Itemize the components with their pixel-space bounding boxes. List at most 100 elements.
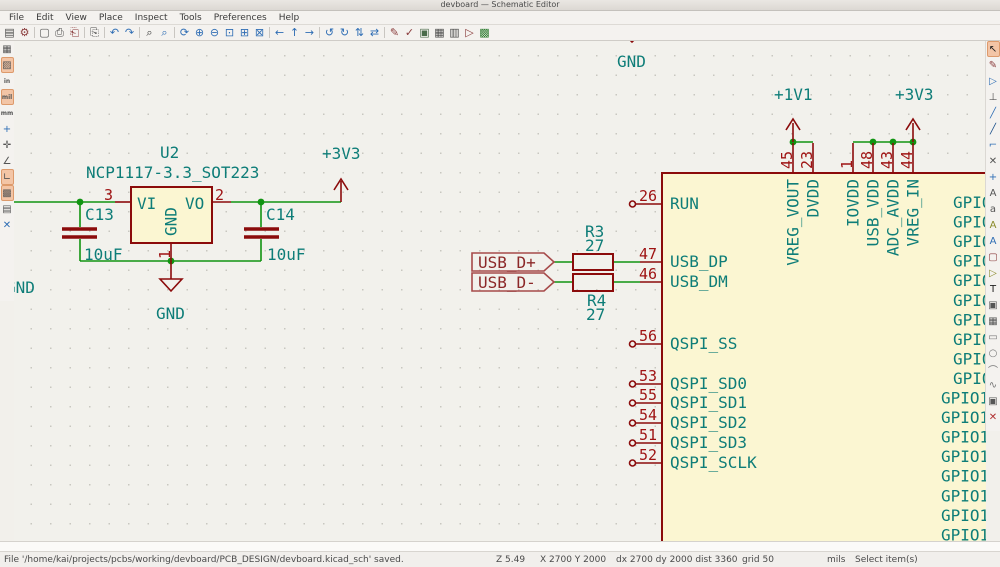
add-symbol-icon[interactable]: ▷	[987, 73, 1000, 89]
annotate-icon[interactable]: ✎	[387, 26, 402, 39]
horizontal-scrollbar[interactable]	[0, 541, 1000, 551]
c13-ref[interactable]: C13	[85, 205, 114, 224]
find-icon[interactable]: ⌕	[142, 26, 157, 39]
symbol-editor-icon[interactable]: ▷	[462, 26, 477, 39]
ic-pin-gpio-label[interactable]: GPIO1	[941, 408, 986, 427]
menu-inspect[interactable]: Inspect	[129, 13, 174, 23]
image-icon[interactable]: ▣	[987, 393, 1000, 409]
junction-icon[interactable]: +	[987, 169, 1000, 185]
power-3v3-regulator[interactable]: +3V3	[322, 144, 361, 202]
ic-pin-gpio-label[interactable]: GPIO1	[941, 428, 986, 447]
usb-dm-hier-text[interactable]: USB_D-	[478, 273, 536, 292]
add-wire-icon[interactable]: ╱	[987, 105, 1000, 121]
resistor-r4[interactable]: R4 27	[573, 274, 613, 324]
mirror-h-icon[interactable]: ⇄	[367, 26, 382, 39]
units-mm-icon[interactable]: mm	[1, 105, 14, 121]
ic-pin-gpio-label[interactable]: GPIO1	[941, 447, 986, 466]
power-1v1[interactable]: +1V1	[774, 85, 813, 142]
ic-pin-gpio-label[interactable]: GPIO	[953, 232, 986, 251]
gnd-bottom-label[interactable]: GND	[156, 304, 185, 323]
menu-help[interactable]: Help	[273, 13, 306, 23]
zoom-fit-icon[interactable]: ⊡	[222, 26, 237, 39]
nav-back-icon[interactable]: ←	[272, 26, 287, 39]
schematic-setup-icon[interactable]: ⚙	[17, 26, 32, 39]
menu-edit[interactable]: Edit	[30, 13, 59, 23]
grid-dots-icon[interactable]: ▦	[1, 41, 14, 57]
u2-value[interactable]: NCP1117-3.3_SOT223	[86, 163, 259, 182]
table-icon[interactable]: ▦	[987, 313, 1000, 329]
resistor-r3[interactable]: R3 27	[573, 222, 613, 270]
refresh-icon[interactable]: ⟳	[177, 26, 192, 39]
ic-pin-gpio-label[interactable]: GPIO	[953, 193, 986, 212]
hierarchy-nav-icon[interactable]: ▤	[1, 201, 14, 217]
hier-label-usb-dp[interactable]: USB_D+	[472, 253, 554, 272]
gnd-symbol-top[interactable]: GND	[617, 41, 646, 71]
snap-mode-icon[interactable]: ▩	[1, 185, 14, 201]
zoom-in-icon[interactable]: ⊕	[192, 26, 207, 39]
erc-icon[interactable]: ✓	[402, 26, 417, 39]
hier-label-icon[interactable]: A	[987, 217, 1000, 233]
ic-pin-gpio-label[interactable]: GPIO	[953, 310, 986, 329]
edit-fields-icon[interactable]: ▦	[432, 26, 447, 39]
undo-icon[interactable]: ↶	[107, 26, 122, 39]
c14-ref[interactable]: C14	[266, 205, 295, 224]
ic-pin-gpio-label[interactable]: GPIO	[953, 271, 986, 290]
redo-icon[interactable]: ↷	[122, 26, 137, 39]
ic-body[interactable]	[662, 173, 986, 541]
gnd-top-label[interactable]: GND	[617, 52, 646, 71]
ic-pin-gpio-label[interactable]: GPIO	[953, 369, 986, 388]
rectangle-icon[interactable]: ▭	[987, 329, 1000, 345]
power-3v3-right-label[interactable]: +3V3	[895, 85, 934, 104]
c14-value[interactable]: 10uF	[267, 245, 306, 264]
circle-icon[interactable]: ○	[987, 345, 1000, 361]
new-sheet-icon[interactable]: ▢	[37, 26, 52, 39]
ic-pin-gpio-label[interactable]: GPIO	[953, 291, 986, 310]
mirror-v-icon[interactable]: ⇅	[352, 26, 367, 39]
power-3v3-left-label[interactable]: +3V3	[322, 144, 361, 163]
nav-up-icon[interactable]: ↑	[287, 26, 302, 39]
nav-forward-icon[interactable]: →	[302, 26, 317, 39]
units-inch-icon[interactable]: in	[1, 73, 14, 89]
angle-90-icon[interactable]: ∟	[1, 169, 14, 185]
sheet-pin-icon[interactable]: ▷	[987, 265, 1000, 281]
rotate-cw-icon[interactable]: ↻	[337, 26, 352, 39]
grid-override-icon[interactable]: ▨	[1, 57, 14, 73]
net-class-icon[interactable]: a	[987, 201, 1000, 217]
free-angle-icon[interactable]: ∠	[1, 153, 14, 169]
rotate-ccw-icon[interactable]: ↺	[322, 26, 337, 39]
plot-icon[interactable]: ⎗	[67, 26, 82, 39]
gnd-left-label[interactable]: GND	[14, 278, 35, 297]
menu-view[interactable]: View	[60, 13, 93, 23]
r3-value[interactable]: 27	[585, 236, 604, 255]
units-mil-icon[interactable]: mil	[1, 89, 14, 105]
highlight-net-icon[interactable]: ✎	[987, 57, 1000, 73]
ic-pin-gpio-label[interactable]: GPIO1	[941, 389, 986, 408]
ic-pin-gpio-label[interactable]: GPIO	[953, 349, 986, 368]
ic-pin-gpio-label[interactable]: GPIO1	[941, 506, 986, 525]
zoom-page-icon[interactable]: ⊞	[237, 26, 252, 39]
capacitor-c14[interactable]: C14 10uF	[244, 205, 306, 264]
menu-file[interactable]: File	[3, 13, 30, 23]
paste-icon[interactable]: ⎘	[87, 26, 102, 39]
hier-label-usb-dm[interactable]: USB_D-	[472, 273, 554, 292]
bezier-icon[interactable]: ∿	[987, 377, 1000, 393]
cursor-small-icon[interactable]: +	[1, 121, 14, 137]
arc-icon[interactable]: ⌒	[987, 361, 1000, 377]
ic-pin-gpio-label[interactable]: GPIO1	[941, 467, 986, 486]
ic-pin-gpio-label[interactable]: GPIO1	[941, 486, 986, 505]
cursor-full-icon[interactable]: ✛	[1, 137, 14, 153]
add-power-icon[interactable]: ⊥	[987, 89, 1000, 105]
ic-pin-gpio-label[interactable]: GPIO	[953, 213, 986, 232]
menu-preferences[interactable]: Preferences	[208, 13, 273, 23]
print-icon[interactable]: ⎙	[52, 26, 67, 39]
bom-icon[interactable]: ▥	[447, 26, 462, 39]
select-tool-icon[interactable]: ↖	[987, 41, 1000, 57]
bus-entry-icon[interactable]: ⌐	[987, 137, 1000, 153]
menu-place[interactable]: Place	[93, 13, 129, 23]
no-connect-icon[interactable]: ✕	[987, 153, 1000, 169]
gnd-symbol-bottom[interactable]: GND	[156, 261, 185, 323]
net-label-icon[interactable]: A	[987, 185, 1000, 201]
usb-dp-hier-text[interactable]: USB_D+	[478, 253, 536, 272]
power-3v3-ic[interactable]: +3V3	[895, 85, 934, 142]
schematic-canvas[interactable]: GND GND	[14, 41, 986, 541]
